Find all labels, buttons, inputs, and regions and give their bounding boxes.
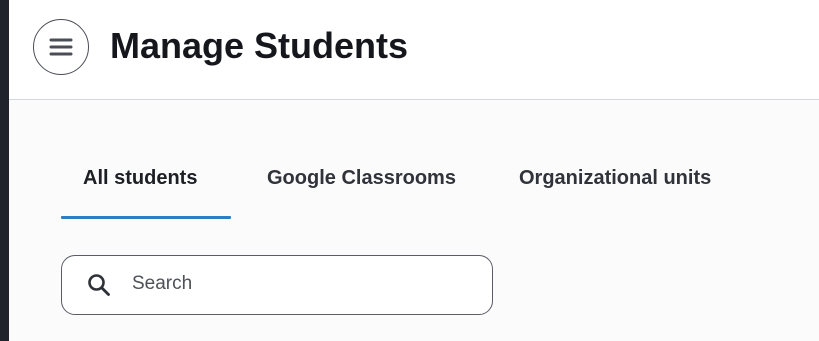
tab-google-classrooms[interactable]: Google Classrooms <box>231 155 495 219</box>
page-title: Manage Students <box>110 25 409 66</box>
left-navigation-rail <box>0 0 9 341</box>
student-view-tabs: All students Google Classrooms Organizat… <box>61 155 725 219</box>
hamburger-menu-button[interactable] <box>33 19 89 75</box>
page-header: Manage Students <box>9 0 819 100</box>
search-icon <box>88 274 110 296</box>
tab-all-students[interactable]: All students <box>61 155 231 219</box>
search-box[interactable] <box>61 255 493 315</box>
tab-label-all-students: All students <box>83 167 198 189</box>
tab-organizational-units[interactable]: Organizational units <box>495 155 725 219</box>
tab-label-google-classrooms: Google Classrooms <box>267 167 456 189</box>
hamburger-menu-icon <box>49 38 73 56</box>
active-tab-indicator <box>61 216 231 219</box>
manage-students-page: Manage Students All students Google Clas… <box>9 0 819 341</box>
search-input[interactable] <box>132 268 472 300</box>
tab-label-organizational-units: Organizational units <box>519 167 712 189</box>
